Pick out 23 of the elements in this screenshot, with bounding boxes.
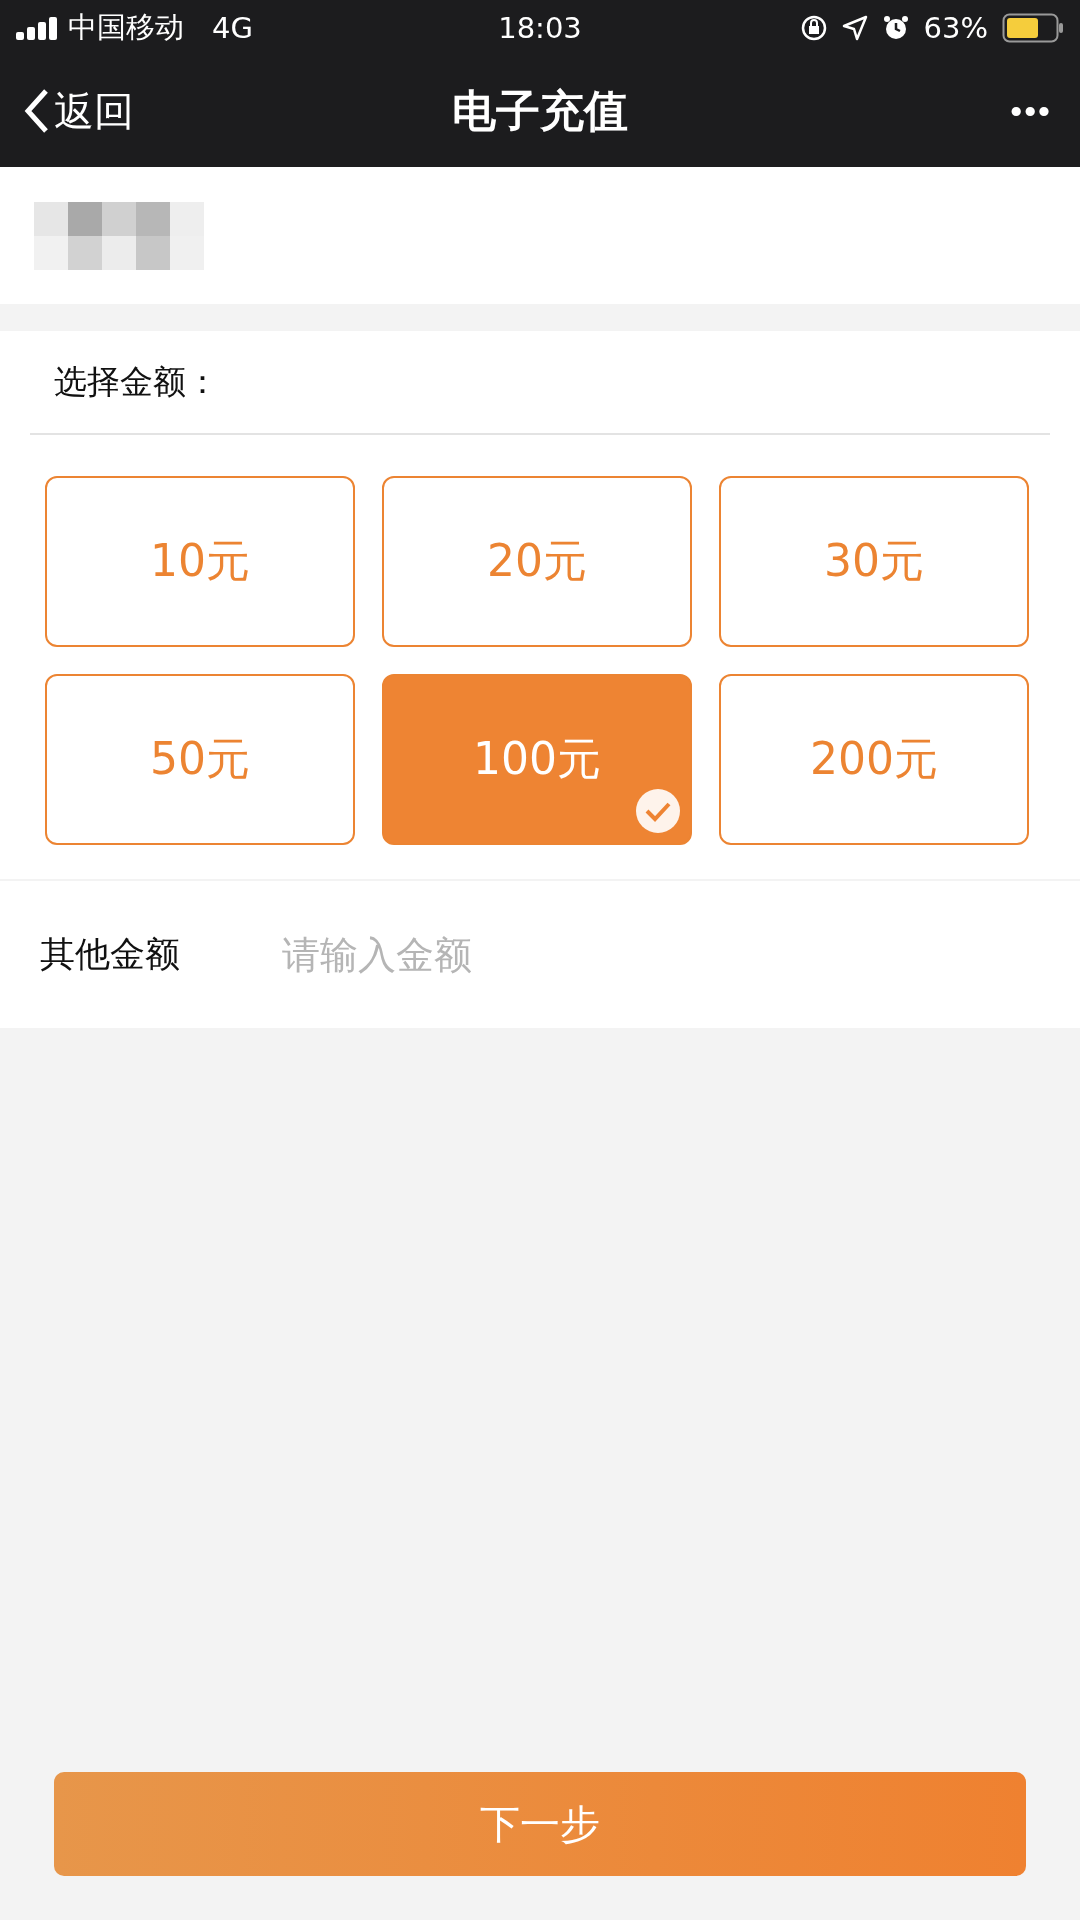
amount-option[interactable]: 20元 (382, 476, 692, 647)
network-type: 4G (212, 10, 253, 45)
battery-icon (1002, 12, 1064, 43)
chevron-left-icon (24, 88, 50, 134)
field-label: 其他金额 (40, 933, 180, 976)
check-icon (634, 787, 682, 835)
carrier-name: 中国移动 (68, 8, 184, 46)
location-arrow-icon (841, 14, 868, 41)
page-title: 电子充值 (452, 83, 628, 138)
alarm-icon (881, 13, 910, 42)
next-button[interactable]: 下一步 (54, 1772, 1026, 1876)
amount-option[interactable]: 50元 (45, 674, 355, 845)
more-button[interactable]: ••• (1006, 91, 1056, 131)
clock-time: 18:03 (498, 10, 582, 45)
amount-option[interactable]: 200元 (719, 674, 1029, 845)
battery-percent: 63% (923, 10, 988, 45)
back-button[interactable]: 返回 (24, 83, 452, 139)
rotation-lock-icon (799, 13, 828, 42)
amount-option[interactable]: 30元 (719, 476, 1029, 647)
amount-option[interactable]: 10元 (45, 476, 355, 647)
signal-icon (16, 15, 58, 40)
amount-option[interactable]: 100元 (382, 674, 692, 845)
section-label: 选择金额： (30, 331, 1050, 435)
